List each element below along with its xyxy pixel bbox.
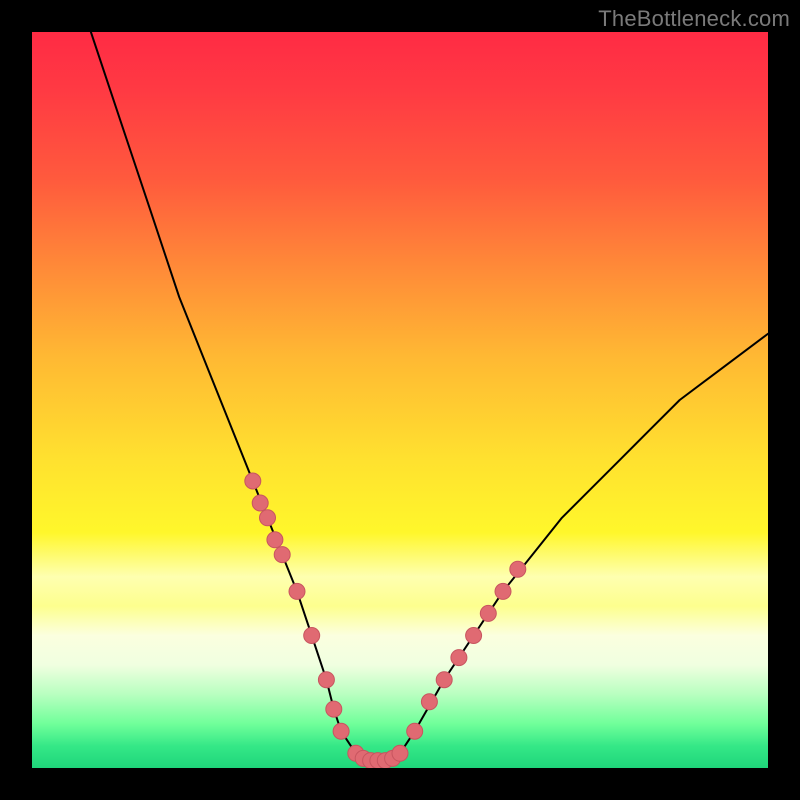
chart-stage: TheBottleneck.com bbox=[0, 0, 800, 800]
marker-right bbox=[466, 628, 482, 644]
marker-left bbox=[252, 495, 268, 511]
marker-left bbox=[274, 547, 290, 563]
marker-right bbox=[510, 561, 526, 577]
marker-bottom bbox=[392, 745, 408, 761]
marker-left bbox=[289, 583, 305, 599]
marker-right bbox=[480, 605, 496, 621]
marker-left bbox=[267, 532, 283, 548]
marker-left bbox=[326, 701, 342, 717]
marker-left bbox=[333, 723, 349, 739]
marker-right bbox=[436, 672, 452, 688]
watermark-label: TheBottleneck.com bbox=[598, 6, 790, 32]
chart-svg bbox=[32, 32, 768, 768]
marker-right bbox=[407, 723, 423, 739]
marker-right bbox=[421, 694, 437, 710]
marker-left bbox=[304, 628, 320, 644]
plot-area bbox=[32, 32, 768, 768]
marker-left bbox=[260, 510, 276, 526]
marker-right bbox=[451, 650, 467, 666]
bottleneck-curve bbox=[91, 32, 768, 761]
marker-left bbox=[318, 672, 334, 688]
marker-right bbox=[495, 583, 511, 599]
marker-left bbox=[245, 473, 261, 489]
